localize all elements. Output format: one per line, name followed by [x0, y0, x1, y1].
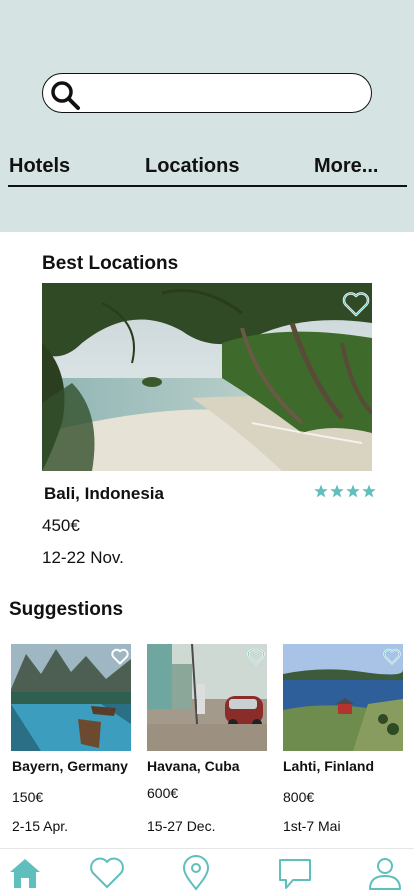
- favorite-heart-icon[interactable]: [247, 648, 265, 665]
- feature-location-name: Bali, Indonesia: [44, 484, 164, 503]
- rating-stars: [314, 484, 376, 498]
- section-title-best-locations: Best Locations: [42, 253, 179, 274]
- suggestion-name: Havana, Cuba: [147, 758, 240, 774]
- favorite-heart-icon[interactable]: [111, 648, 129, 665]
- favorite-heart-icon[interactable]: [342, 291, 370, 317]
- tab-more[interactable]: More...: [314, 155, 378, 178]
- chat-icon[interactable]: [277, 855, 313, 891]
- search-icon: [51, 81, 80, 110]
- favorite-heart-icon[interactable]: [383, 648, 401, 665]
- search-bar[interactable]: [42, 73, 372, 113]
- suggestion-price: 150€: [12, 789, 44, 805]
- beach-photo: [42, 283, 372, 471]
- suggestion-image-bayern[interactable]: [11, 644, 131, 751]
- feature-location-image[interactable]: [42, 283, 372, 471]
- suggestion-price: 800€: [283, 789, 315, 805]
- category-nav: Hotels Locations More...: [0, 150, 414, 190]
- suggestion-dates: 1st-7 Mai: [283, 818, 341, 834]
- suggestion-image-havana[interactable]: [147, 644, 267, 751]
- nav-divider: [8, 185, 407, 187]
- suggestion-dates: 2-15 Apr.: [12, 818, 69, 834]
- feature-location-price: 450€: [42, 516, 80, 535]
- suggestion-image-lahti[interactable]: [283, 644, 403, 751]
- search-input[interactable]: [87, 80, 357, 106]
- section-title-suggestions: Suggestions: [9, 599, 124, 620]
- tab-hotels[interactable]: Hotels: [9, 155, 70, 178]
- bottom-nav: [0, 848, 414, 896]
- heart-icon[interactable]: [89, 855, 125, 891]
- suggestion-price: 600€: [147, 785, 179, 801]
- tab-locations[interactable]: Locations: [145, 155, 239, 178]
- suggestion-name: Bayern, Germany: [12, 758, 128, 774]
- location-pin-icon[interactable]: [178, 855, 214, 891]
- suggestion-name: Lahti, Finland: [283, 758, 374, 774]
- home-icon[interactable]: [7, 855, 43, 891]
- header: Hotels Locations More...: [0, 0, 414, 232]
- suggestion-dates: 15-27 Dec.: [147, 818, 216, 834]
- feature-location-dates: 12-22 Nov.: [42, 548, 124, 567]
- user-icon[interactable]: [367, 855, 403, 891]
